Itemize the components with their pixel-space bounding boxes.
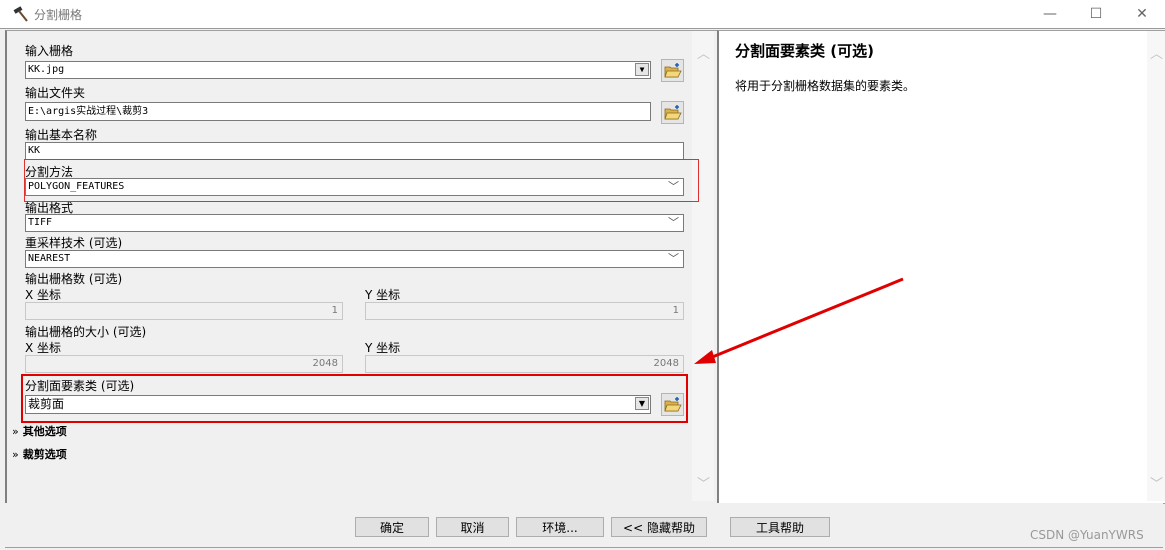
num-rasters-label: 输出栅格数 (可选) xyxy=(25,272,123,286)
watermark: CSDN @YuanYWRS xyxy=(1030,528,1144,542)
num-rasters-y-label: Y 坐标 xyxy=(365,288,401,302)
help-text: 将用于分割栅格数据集的要素类。 xyxy=(735,79,916,93)
environments-button[interactable]: 环境... xyxy=(516,517,604,537)
num-rasters-x-label: X 坐标 xyxy=(25,288,62,302)
output-base-name-value: KK xyxy=(28,145,41,156)
split-polygon-value: 裁剪面 xyxy=(28,397,65,411)
section-other-options[interactable]: » 其他选项 xyxy=(12,423,67,439)
output-format-select[interactable]: TIFF ﹀ xyxy=(25,214,684,232)
button-bar: 确定 取消 环境... << 隐藏帮助 工具帮助 xyxy=(5,503,1163,548)
expand-chevrons-icon: » xyxy=(12,425,19,438)
help-scrollbar[interactable]: ︿ ﹀ xyxy=(1147,31,1165,501)
resampling-value: NEAREST xyxy=(28,253,71,264)
window-title: 分割栅格 xyxy=(34,8,83,22)
tool-help-button[interactable]: 工具帮助 xyxy=(730,517,830,537)
maximize-button[interactable]: ☐ xyxy=(1073,0,1119,28)
cell-size-x-value: 2048 xyxy=(312,358,338,369)
output-folder-label: 输出文件夹 xyxy=(25,86,86,100)
output-folder-input[interactable]: E:\argis实战过程\裁剪3 xyxy=(25,102,651,121)
help-pane: 分割面要素类 (可选) 将用于分割栅格数据集的要素类。 ︿ ﹀ xyxy=(717,30,1165,504)
output-folder-value: E:\argis实战过程\裁剪3 xyxy=(28,106,149,117)
num-rasters-x-value: 1 xyxy=(331,305,338,316)
scroll-down-icon[interactable]: ﹀ xyxy=(697,473,710,492)
close-icon: ✕ xyxy=(1136,6,1148,22)
chevron-down-icon: ﹀ xyxy=(668,252,679,265)
output-base-name-input[interactable]: KK xyxy=(25,142,684,160)
minimize-button[interactable]: — xyxy=(1027,0,1073,28)
expand-chevrons-icon: » xyxy=(12,448,19,461)
open-folder-icon xyxy=(663,396,682,411)
num-rasters-y-input[interactable]: 1 xyxy=(365,302,684,320)
output-base-name-label: 输出基本名称 xyxy=(25,128,98,142)
open-folder-icon xyxy=(663,104,682,119)
section-label: 裁剪选项 xyxy=(22,448,67,461)
chevron-down-icon: ﹀ xyxy=(668,180,679,193)
browse-input-raster-button[interactable] xyxy=(661,59,684,82)
split-polygon-combo[interactable]: 裁剪面 ▼ xyxy=(25,395,651,414)
chevron-down-icon: ﹀ xyxy=(668,216,679,229)
browse-split-polygon-button[interactable] xyxy=(661,393,684,416)
split-polygon-label: 分割面要素类 (可选) xyxy=(25,379,135,393)
scroll-down-icon[interactable]: ﹀ xyxy=(1150,473,1163,492)
input-raster-label: 输入栅格 xyxy=(25,44,74,58)
scroll-up-icon[interactable]: ︿ xyxy=(697,43,710,62)
cell-size-x-label: X 坐标 xyxy=(25,341,62,355)
minimize-icon: — xyxy=(1043,6,1057,22)
cell-size-y-value: 2048 xyxy=(653,358,679,369)
num-rasters-y-value: 1 xyxy=(672,305,679,316)
input-raster-combo[interactable]: KK.jpg ▼ xyxy=(25,61,651,79)
cell-size-y-label: Y 坐标 xyxy=(365,341,401,355)
dropdown-arrow-icon[interactable]: ▼ xyxy=(635,397,649,410)
split-method-value: POLYGON_FEATURES xyxy=(28,181,125,192)
scroll-up-icon[interactable]: ︿ xyxy=(1150,43,1163,62)
ok-button[interactable]: 确定 xyxy=(355,517,429,537)
hide-help-button[interactable]: << 隐藏帮助 xyxy=(611,517,707,537)
input-raster-value: KK.jpg xyxy=(28,64,65,75)
section-clipping-options[interactable]: » 裁剪选项 xyxy=(12,446,67,462)
cell-size-y-input[interactable]: 2048 xyxy=(365,355,684,373)
output-format-value: TIFF xyxy=(28,217,53,228)
cancel-button[interactable]: 取消 xyxy=(436,517,509,537)
open-folder-icon xyxy=(663,62,682,77)
close-button[interactable]: ✕ xyxy=(1119,0,1165,28)
dropdown-arrow-icon[interactable]: ▼ xyxy=(635,63,649,76)
num-rasters-x-input[interactable]: 1 xyxy=(25,302,343,320)
maximize-icon: ☐ xyxy=(1089,6,1103,22)
hammer-icon xyxy=(12,5,30,23)
cell-size-label: 输出栅格的大小 (可选) xyxy=(25,325,147,339)
title-bar: 分割栅格 — ☐ ✕ xyxy=(0,0,1165,29)
help-title: 分割面要素类 (可选) xyxy=(735,42,874,60)
split-method-select[interactable]: POLYGON_FEATURES ﹀ xyxy=(25,178,684,196)
cell-size-x-input[interactable]: 2048 xyxy=(25,355,343,373)
section-label: 其他选项 xyxy=(22,425,67,438)
resampling-label: 重采样技术 (可选) xyxy=(25,236,123,250)
parameters-scrollbar[interactable]: ︿ ﹀ xyxy=(692,31,714,501)
browse-output-folder-button[interactable] xyxy=(661,101,684,124)
resampling-select[interactable]: NEAREST ﹀ xyxy=(25,250,684,268)
